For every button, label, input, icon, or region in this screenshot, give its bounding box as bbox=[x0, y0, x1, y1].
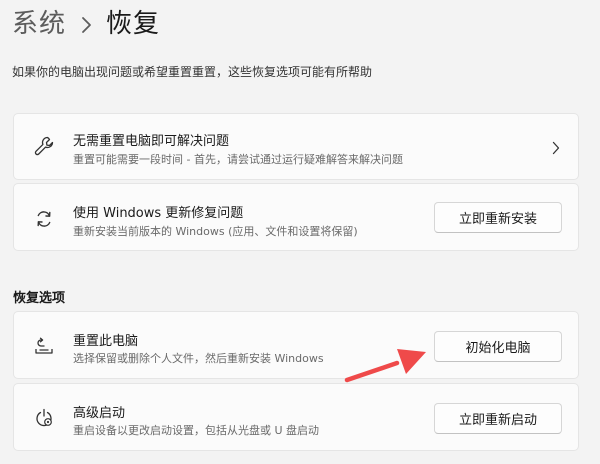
wrench-icon bbox=[32, 134, 56, 158]
reset-pc-title: 重置此电脑 bbox=[73, 334, 139, 349]
reset-pc-button[interactable]: 初始化电脑 bbox=[434, 331, 562, 362]
windows-update-fix-title: 使用 Windows 更新修复问题 bbox=[73, 206, 244, 221]
chevron-right-icon bbox=[552, 140, 560, 159]
advanced-startup-description: 重启设备以更改启动设置，包括从光盘或 U 盘启动 bbox=[73, 424, 320, 437]
reinstall-now-button[interactable]: 立即重新安装 bbox=[434, 202, 562, 233]
page-subtitle: 如果你的电脑出现问题或希望重置重置，这些恢复选项可能有所帮助 bbox=[12, 65, 373, 79]
restart-now-button[interactable]: 立即重新启动 bbox=[434, 403, 562, 434]
recovery-settings-page: 系统 恢复 如果你的电脑出现问题或希望重置重置，这些恢复选项可能有所帮助 无需重… bbox=[0, 0, 600, 464]
breadcrumb-parent-system[interactable]: 系统 bbox=[12, 4, 66, 44]
chevron-right-icon bbox=[66, 4, 106, 44]
windows-update-fix-card: 使用 Windows 更新修复问题 重新安装当前版本的 Windows (应用、… bbox=[13, 183, 579, 251]
advanced-startup-title: 高级启动 bbox=[73, 406, 126, 421]
reset-pc-icon bbox=[32, 334, 56, 358]
fix-without-reset-title: 无需重置电脑即可解决问题 bbox=[73, 134, 230, 149]
reset-pc-card: 重置此电脑 选择保留或删除个人文件，然后重新安装 Windows 初始化电脑 bbox=[13, 311, 579, 379]
fix-without-reset-description: 重置可能需要一段时间 - 首先，请尝试通过运行疑难解答来解决问题 bbox=[73, 153, 403, 166]
windows-update-fix-description: 重新安装当前版本的 Windows (应用、文件和设置将保留) bbox=[73, 225, 358, 238]
advanced-startup-icon bbox=[32, 406, 56, 430]
page-title: 恢复 bbox=[106, 9, 161, 39]
breadcrumb: 系统 恢复 bbox=[12, 4, 160, 44]
recovery-options-heading: 恢复选项 bbox=[13, 291, 66, 306]
refresh-icon bbox=[32, 207, 56, 231]
reset-pc-description: 选择保留或删除个人文件，然后重新安装 Windows bbox=[73, 352, 324, 365]
advanced-startup-card: 高级启动 重启设备以更改启动设置，包括从光盘或 U 盘启动 立即重新启动 bbox=[13, 383, 579, 451]
fix-without-reset-card[interactable]: 无需重置电脑即可解决问题 重置可能需要一段时间 - 首先，请尝试通过运行疑难解答… bbox=[13, 113, 579, 180]
